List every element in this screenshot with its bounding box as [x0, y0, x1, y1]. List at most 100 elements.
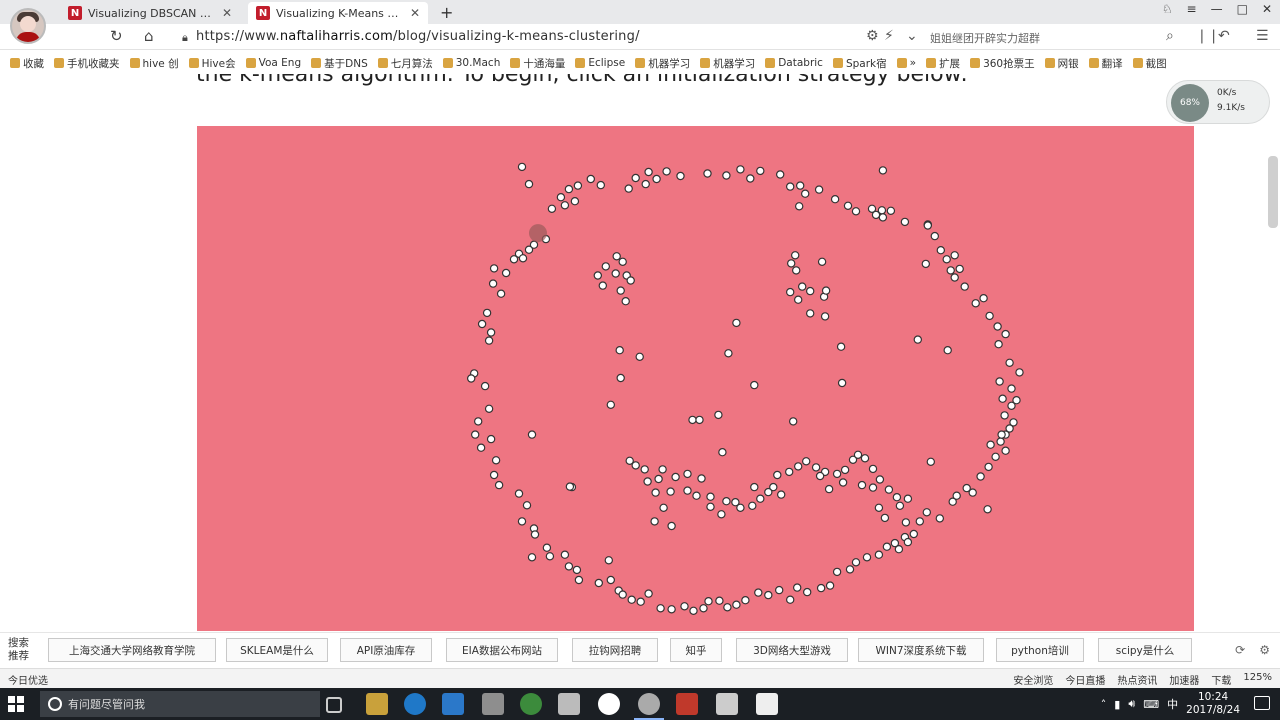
keyboard-icon[interactable]: ⌨ [1143, 698, 1159, 711]
status-item[interactable]: 加速器 [1169, 672, 1199, 687]
volume-icon[interactable]: 🔊︎ [1128, 697, 1135, 711]
data-point [572, 565, 582, 575]
task-view-icon[interactable] [326, 697, 342, 713]
bookmark-item[interactable]: 十通海量 [510, 56, 565, 71]
scrollbar[interactable] [1268, 156, 1278, 228]
chrome-icon[interactable] [598, 693, 620, 715]
home-icon[interactable]: ⌂ [144, 27, 154, 45]
status-item[interactable]: 下载 [1211, 672, 1231, 687]
bookmark-item[interactable]: 七月算法 [377, 56, 433, 71]
bookmark-item[interactable]: 扩展 [926, 56, 960, 71]
tab-kmeans[interactable]: N Visualizing K-Means Cluster ✕ [248, 2, 428, 24]
data-point [878, 166, 888, 175]
bookmark-item[interactable]: 360抢票王 [970, 56, 1035, 71]
data-point [976, 472, 985, 481]
scatter-plot[interactable] [197, 126, 1194, 631]
kmeans-canvas[interactable] [197, 126, 1194, 631]
reader-icon[interactable]: ❘❘ [1196, 28, 1219, 44]
status-today-pick[interactable]: 今日优选 [8, 672, 48, 687]
status-item[interactable]: 今日直播 [1065, 672, 1105, 687]
cortana-icon [48, 697, 62, 711]
file-explorer-icon[interactable] [366, 693, 388, 715]
menu-icon[interactable]: ≡ [1187, 2, 1197, 16]
intro-text: the k-means algorithm. To begin, click a… [196, 74, 968, 87]
more-icon[interactable]: ☰ [1256, 28, 1269, 44]
suggestion-chip[interactable]: WIN7深度系统下载 [858, 638, 984, 662]
clock[interactable]: 10:24 2017/8/24 [1186, 691, 1240, 717]
data-point [689, 606, 698, 615]
refresh-icon[interactable]: ↻ [110, 27, 123, 45]
bookmark-item[interactable]: 30.Mach [442, 57, 500, 69]
suggestion-chip[interactable]: API原油库存 [340, 638, 432, 662]
recorder-icon[interactable] [676, 693, 698, 715]
settings-icon[interactable]: ⚙ [1259, 643, 1270, 657]
close-window-icon[interactable]: ✕ [1262, 2, 1272, 16]
lightning-icon[interactable]: ⚡ [884, 28, 894, 44]
user-avatar[interactable] [10, 8, 46, 44]
suggestion-chip[interactable]: 拉钩网招聘 [572, 638, 658, 662]
bookmark-item[interactable]: 网银 [1044, 56, 1079, 71]
cortana-search-box[interactable]: 有问题尽管问我 [40, 691, 320, 717]
network-speed-widget[interactable]: 68% 0K/s 9.1K/s [1166, 80, 1270, 124]
bookmark-item[interactable]: 翻译 [1088, 56, 1123, 71]
search-suggestion[interactable]: 姐姐继团开辟实力超群 [930, 30, 1040, 46]
suggestion-chip[interactable]: 知乎 [670, 638, 722, 662]
store-icon[interactable] [442, 693, 464, 715]
shirt-icon[interactable]: ♘ [1162, 2, 1173, 16]
data-point [777, 490, 786, 499]
chevron-down-icon[interactable]: ⌄ [906, 28, 918, 44]
edge-icon[interactable] [404, 693, 426, 715]
suggestion-chip[interactable]: python培训 [996, 638, 1084, 662]
maximize-icon[interactable]: □ [1237, 2, 1248, 16]
bookmark-item[interactable]: 手机收藏夹 [54, 56, 120, 71]
minimize-icon[interactable]: — [1211, 2, 1223, 16]
new-tab-button[interactable]: + [440, 3, 453, 22]
bookmark-item[interactable]: 基于DNS [311, 56, 368, 71]
app-icon[interactable] [716, 693, 738, 715]
bookmark-item[interactable]: 截图 [1132, 56, 1167, 71]
bookmark-item[interactable]: » [896, 57, 916, 69]
url-field[interactable]: https://www.naftaliharris.com/blog/visua… [196, 29, 640, 44]
bookmark-item[interactable]: hive 创 [129, 56, 179, 71]
suggestion-chip[interactable]: SKLEAM是什么 [226, 638, 328, 662]
status-item[interactable]: 安全浏览 [1013, 672, 1053, 687]
close-tab-icon[interactable]: ✕ [222, 6, 232, 20]
bookmark-item[interactable]: Spark宿 [832, 56, 887, 71]
chevron-up-icon[interactable]: ˄ [1101, 698, 1107, 711]
bookmark-item[interactable]: 机器学习 [635, 56, 690, 71]
active-browser-icon[interactable] [634, 693, 664, 720]
bookmark-item[interactable]: Voa Eng [245, 57, 301, 69]
data-point [832, 567, 842, 577]
app-icon[interactable] [756, 693, 778, 715]
search-icon[interactable]: ⌕ [1166, 28, 1174, 44]
suggestion-chip[interactable]: EIA数据公布网站 [446, 638, 558, 662]
undo-icon[interactable]: ↶ [1218, 28, 1230, 44]
data-point [574, 575, 584, 585]
data-point [489, 470, 499, 480]
app-icon[interactable] [482, 693, 504, 715]
ime-indicator[interactable]: 中 [1167, 696, 1178, 712]
tab-dbscan[interactable]: N Visualizing DBSCAN Clusterin ✕ [60, 2, 240, 24]
windows-start-icon[interactable] [8, 696, 24, 712]
bookmark-item[interactable]: Eclipse [575, 57, 625, 69]
refresh-icon[interactable]: ⟳ [1235, 643, 1245, 657]
bookmark-item[interactable]: 机器学习 [700, 56, 755, 71]
close-tab-icon[interactable]: ✕ [410, 6, 420, 20]
bookmark-label: 翻译 [1101, 57, 1123, 70]
data-point [616, 286, 625, 295]
status-item[interactable]: 热点资讯 [1117, 672, 1157, 687]
network-icon[interactable]: ▮ [1114, 698, 1120, 711]
suggestion-chip[interactable]: 上海交通大学网络教育学院 [48, 638, 216, 662]
app-icon[interactable] [558, 693, 580, 715]
data-point [615, 345, 624, 355]
settings-icon[interactable]: ⚙ [866, 28, 879, 44]
browser-360-icon[interactable] [520, 693, 542, 715]
suggestion-chip[interactable]: scipy是什么 [1098, 638, 1192, 662]
status-item[interactable]: 125% [1243, 672, 1272, 687]
notification-icon[interactable] [1254, 696, 1270, 710]
bookmark-item[interactable]: Databric [765, 57, 823, 69]
bookmark-item[interactable]: 收藏 [10, 56, 44, 71]
bookmark-item[interactable]: Hive会 [188, 56, 236, 71]
clock-date: 2017/8/24 [1186, 704, 1240, 716]
suggestion-chip[interactable]: 3D网络大型游戏 [736, 638, 848, 662]
